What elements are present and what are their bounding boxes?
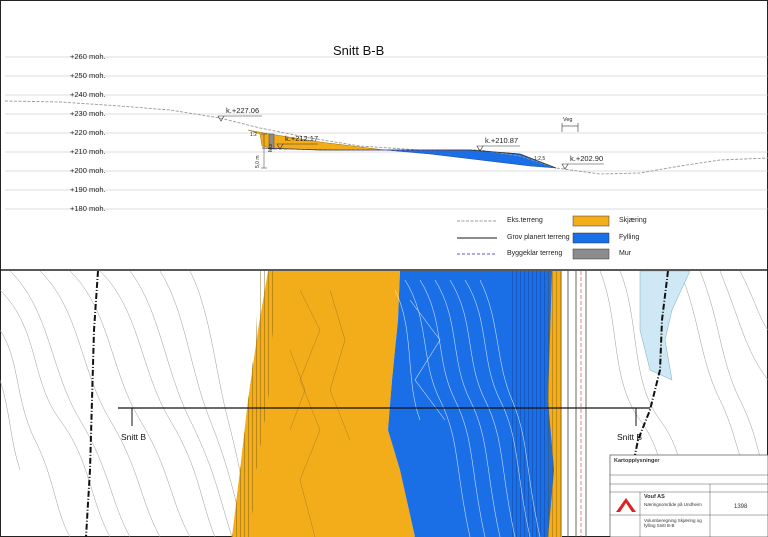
legend-existing-terrain: Eks.terreng (507, 217, 543, 224)
elevation-label: +210 moh. (70, 147, 106, 156)
legend-cut: Skjæring (619, 217, 647, 224)
titleblock-company: Vouf AS (644, 494, 665, 500)
legend-ready-terrain: Byggeklar terreng (507, 250, 563, 257)
fill-area (384, 149, 557, 169)
point-label: k.+202.90 (570, 154, 604, 163)
legend-graded-terrain: Grov planert terreng (507, 234, 570, 241)
elevation-label: +200 moh. (70, 166, 106, 175)
point-label: k.+212.17 (285, 134, 319, 143)
titleblock-number: 1398 (734, 504, 748, 510)
wall-height-label: 5,0 m (255, 155, 261, 168)
elevation-label: +260 moh. (70, 52, 106, 61)
elevation-label: +230 moh. (70, 109, 106, 118)
drawing-sheet (0, 0, 768, 537)
existing-terrain (4, 100, 768, 175)
slope-label: 1:2 (250, 132, 257, 138)
titleblock-project: Næringsområde på Undheim (644, 502, 702, 507)
section-view (4, 56, 768, 210)
section-marker-left: Snitt B (121, 432, 147, 442)
elevation-label: +180 moh. (70, 204, 106, 213)
road-label: Veg (563, 117, 573, 123)
titleblock-header: Kartopplysninger (614, 458, 660, 464)
wall-label: Mur (268, 143, 274, 152)
legend-wall: Mur (619, 250, 632, 257)
point-label: k.+227.06 (226, 106, 260, 115)
titleblock-drawing: Volumberegning Skjæring og fylling Snitt… (644, 518, 702, 528)
slope-label: 1:2,5 (534, 156, 546, 162)
elevation-label: +190 moh. (70, 185, 106, 194)
elevation-label: +250 moh. (70, 71, 106, 80)
elevation-label: +220 moh. (70, 128, 106, 137)
section-title: Snitt B-B (333, 43, 385, 58)
legend: Eks.terreng Grov planert terreng Byggekl… (455, 212, 655, 262)
elevation-label: +240 moh. (70, 90, 106, 99)
section-marker-right: Snitt B (617, 432, 643, 442)
point-label: k.+210.87 (485, 136, 519, 145)
legend-fill: Fylling (619, 234, 640, 241)
